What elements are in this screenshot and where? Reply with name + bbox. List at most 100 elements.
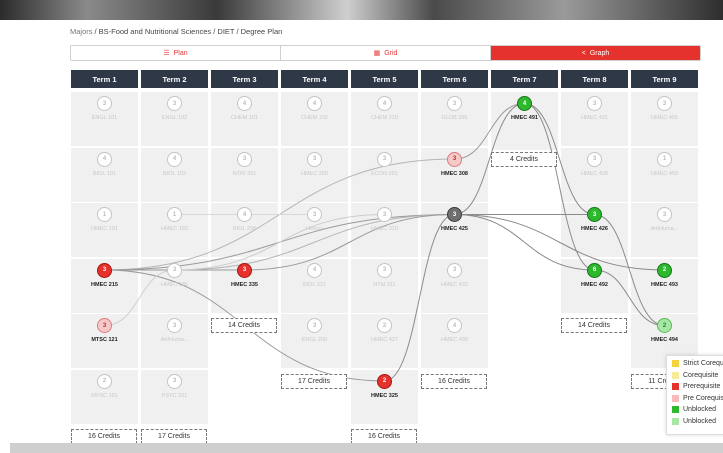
course-credit-circle: 3 [97,262,112,278]
course-node[interactable]: 3 HMEC 310 [351,203,418,243]
course-code: Art/Huma... [160,337,189,343]
course-credit-circle: 3 [377,262,392,278]
course-node[interactable]: 3 History [281,203,348,243]
course-credit-circle: 3 [167,262,182,278]
term-credits: 17 Credits [141,429,207,444]
legend-swatch [672,360,679,368]
term-credits: 14 Credits [561,318,627,333]
course-credit-circle: 2 [657,318,672,333]
breadcrumb-majors-link[interactable]: Majors [70,27,93,36]
course-code: CHEM 210 [371,115,398,121]
course-node[interactable]: 4 CHEM 102 [281,92,348,132]
term-credits: 16 Credits [421,373,487,389]
course-node[interactable]: 4 BIOL 221 [281,259,348,299]
course-code: NTRI 321 [232,170,257,177]
course-node[interactable]: 3 ECON 201 [351,148,418,188]
course-code: HMEC 191 [91,226,118,232]
course-node[interactable]: 4 CHEM 101 [211,92,278,132]
tab-graph-label: Graph [589,49,610,57]
course-node[interactable]: 6 HMEC 492 [561,259,628,299]
course-credit-circle: 4 [447,318,462,333]
course-credit-circle: 3 [587,151,602,167]
course-node[interactable]: 3 HMEC 308 [421,148,488,188]
course-credit-circle: 3 [377,151,392,167]
course-node[interactable]: 3 HMEC 186 [141,259,208,299]
course-credit-circle: 3 [587,207,602,222]
course-code: HMEC 490 [441,337,468,343]
term-credits: 16 Credits [71,429,137,444]
course-node[interactable]: 2 HMEC 494 [631,314,698,354]
term-header: Term 8 [561,70,628,88]
course-credit-circle: 3 [447,96,462,111]
tab-graph[interactable]: < Graph [491,46,700,60]
course-credit-circle: 3 [447,151,462,167]
course-credit-circle: 2 [657,262,672,278]
term-credits: 16 Credits [351,429,417,444]
course-credit-circle: 3 [447,207,462,222]
course-node[interactable]: 3 HMEC 250 [281,148,348,188]
course-node[interactable]: 3 HMEC 426 [561,203,628,243]
tab-grid[interactable]: ▦ Grid [281,46,491,60]
course-credit-circle: 4 [377,96,392,111]
course-node[interactable]: 4 BIOL 208 [211,203,278,243]
course-code: HMEC 494 [651,337,678,343]
course-node[interactable]: 4 HMEC 490 [421,314,488,354]
term-credits: 4 Credits [491,151,557,167]
course-code: HMEC 335 [231,281,258,288]
legend-label: Strict Corequisite [683,360,723,368]
tab-grid-label: Grid [384,49,398,57]
course-node[interactable]: 1 HMEC 450 [631,148,698,188]
course-node[interactable]: 2 HMEC 325 [351,370,418,410]
course-credit-circle: 3 [587,96,602,111]
course-node[interactable]: 3 HMEC 455 [631,92,698,132]
course-node[interactable]: 3 Art/Huma... [141,314,208,354]
course-node[interactable]: 1 HMEC 191 [71,203,138,243]
course-node[interactable]: 3 HTM 311 [351,259,418,299]
course-code: HMEC 432 [441,281,468,288]
legend-label: Corequisite [683,371,719,379]
course-node[interactable]: 3 HMEC 215 [71,259,138,299]
course-credit-circle: 3 [307,151,322,167]
course-credit-circle: 4 [517,96,532,111]
course-node[interactable]: 4 CHEM 210 [351,92,418,132]
course-node[interactable]: 1 HMEC 182 [141,203,208,243]
share-graph-icon: < [581,49,586,57]
course-credit-circle: 2 [97,373,112,389]
course-credit-circle: 3 [307,207,322,222]
course-node[interactable]: 3 HMEC 335 [211,259,278,299]
course-code: PSYC 201 [161,392,188,399]
horizontal-scrollbar[interactable] [10,443,723,453]
legend-label: Pre Corequisite [683,394,723,402]
breadcrumb-trail: BS-Food and Nutritional Sciences / DIET … [98,27,283,36]
course-node[interactable]: 3 GLOB 395 [421,92,488,132]
course-node[interactable]: 3 Art/Huma... [631,203,698,243]
legend-item: Corequisite [672,370,723,382]
course-node[interactable]: 3 ENGL 200 [281,314,348,354]
course-node[interactable]: 2 MVSC 101 [71,370,138,410]
course-node[interactable]: 3 PSYC 201 [141,370,208,410]
course-code: HMEC 186 [161,281,188,288]
course-node[interactable]: 3 HMEC 425 [421,203,488,243]
legend-item: Strict Corequisite [672,358,723,370]
course-code: CHEM 102 [301,115,328,121]
course-credit-circle: 3 [167,318,182,333]
course-node[interactable]: 3 ENGL 101 [71,92,138,132]
course-node[interactable]: 2 HMEC 493 [631,259,698,299]
legend-swatch [672,371,679,379]
course-node[interactable]: 3 HMEC 432 [421,259,488,299]
course-node[interactable]: 2 HMEC 427 [351,314,418,354]
course-node[interactable]: 4 BIOL 101 [71,148,138,188]
course-node[interactable]: 4 HMEC 491 [491,92,558,132]
course-node[interactable]: 3 NTRI 321 [211,148,278,188]
course-credit-circle: 3 [447,262,462,278]
course-credit-circle: 4 [237,96,252,111]
course-node[interactable]: 3 HMEC 421 [561,92,628,132]
course-node[interactable]: 3 MTSC 121 [71,314,138,354]
course-node[interactable]: 4 BIOL 102 [141,148,208,188]
course-node[interactable]: 3 ENGL 102 [141,92,208,132]
legend-swatch [672,406,679,414]
tab-plan[interactable]: ☰ Plan [71,46,281,60]
course-node[interactable]: 3 HMEC 428 [561,148,628,188]
course-code: BIOL 208 [232,226,257,232]
term-header: Term 3 [211,70,278,88]
